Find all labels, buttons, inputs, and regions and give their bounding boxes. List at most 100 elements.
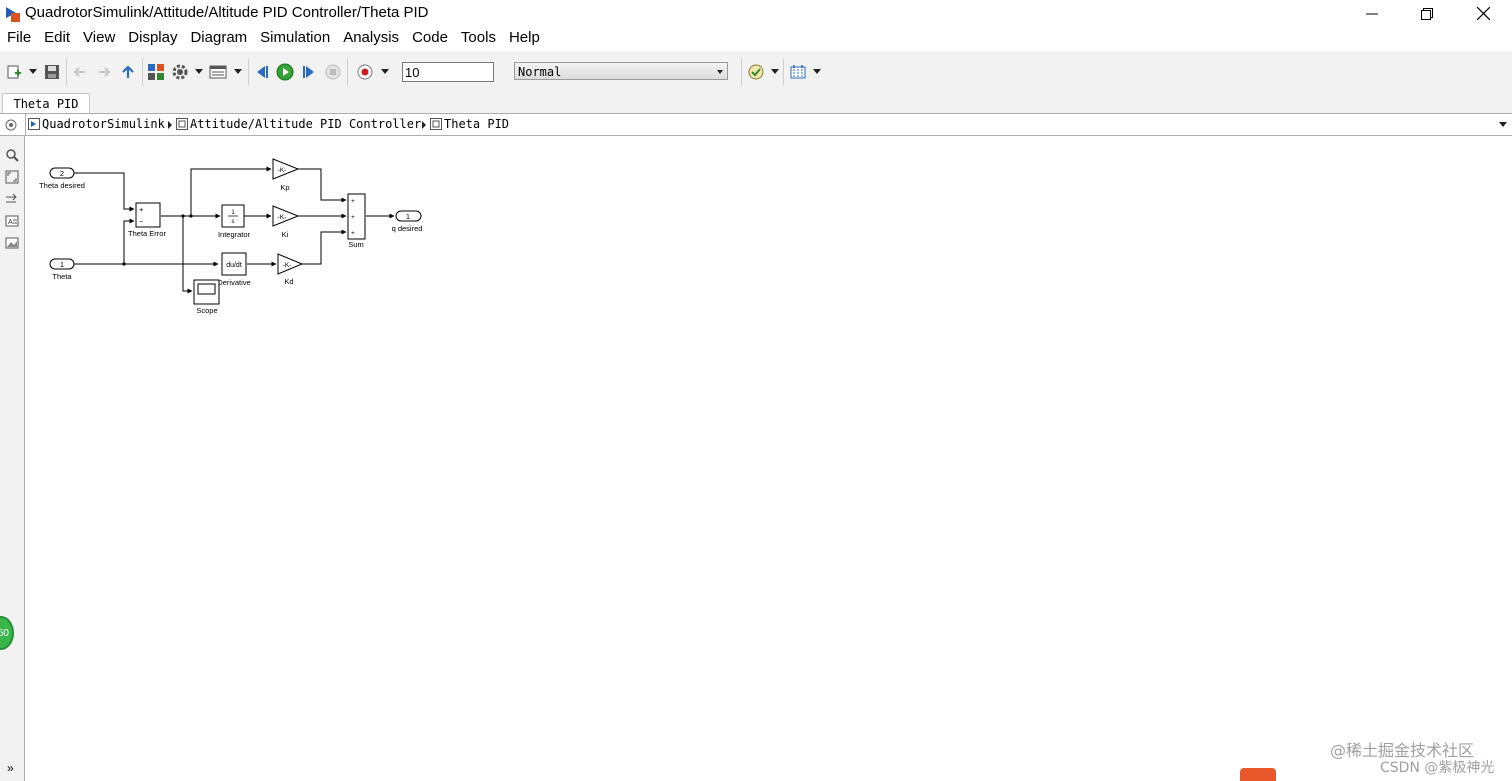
annotation-icon[interactable]: A: [5, 214, 19, 228]
close-button[interactable]: [1456, 0, 1510, 27]
model-explorer-button[interactable]: [208, 62, 228, 82]
svg-text:-K-: -K-: [278, 167, 287, 174]
fit-to-view-icon[interactable]: [5, 170, 19, 184]
breadcrumb-item-controller[interactable]: Attitude/Altitude PID Controller: [176, 117, 421, 131]
model-settings-icon: [172, 64, 188, 80]
menu-code[interactable]: Code: [406, 27, 454, 49]
zoom-icon[interactable]: [5, 148, 19, 162]
model-explorer-dropdown[interactable]: [234, 69, 242, 74]
menu-analysis[interactable]: Analysis: [337, 27, 405, 49]
step-back-button[interactable]: [252, 62, 272, 82]
block-label: Theta Error: [128, 229, 166, 238]
menu-edit[interactable]: Edit: [38, 27, 76, 49]
svg-text:+: +: [351, 214, 355, 221]
inport-theta[interactable]: 1 Theta: [49, 258, 75, 281]
close-icon: [1476, 7, 1490, 20]
block-label: Derivative: [217, 278, 250, 287]
svg-text:1: 1: [60, 260, 64, 269]
build-dropdown[interactable]: [813, 69, 821, 74]
back-icon: [73, 67, 85, 77]
watermark-csdn: CSDN @紫极神光: [1380, 760, 1495, 776]
model-advisor-button[interactable]: [746, 62, 766, 82]
record-button[interactable]: [355, 62, 375, 82]
tab-strip: Theta PID: [0, 92, 1512, 114]
restore-icon: [1421, 7, 1433, 20]
breadcrumb: QuadrotorSimulink Attitude/Altitude PID …: [0, 113, 1512, 136]
up-to-parent-icon: [122, 65, 134, 78]
record-dropdown[interactable]: [381, 69, 389, 74]
simulation-mode-select[interactable]: Normal: [514, 62, 728, 80]
menu-file[interactable]: File: [1, 27, 37, 49]
block-label: Kp: [280, 183, 289, 192]
model-explorer-icon: [209, 65, 227, 79]
breadcrumb-item-root[interactable]: QuadrotorSimulink: [28, 117, 165, 131]
block-label: Theta desired: [39, 181, 85, 190]
breadcrumb-label: Theta PID: [444, 117, 510, 131]
inport-theta-desired[interactable]: 2 Theta desired: [39, 167, 85, 190]
new-model-dropdown[interactable]: [29, 69, 37, 74]
simulink-app-icon: [6, 7, 20, 22]
up-to-parent-button[interactable]: [118, 62, 138, 82]
run-button[interactable]: [275, 62, 295, 82]
outport-q-desired[interactable]: 1 q desired: [392, 210, 423, 233]
model-settings-dropdown[interactable]: [195, 69, 203, 74]
save-button[interactable]: [42, 62, 62, 82]
menu-diagram[interactable]: Diagram: [184, 27, 253, 49]
menu-display[interactable]: Display: [122, 27, 183, 49]
block-label: q desired: [392, 224, 423, 233]
expand-palette-button[interactable]: »: [7, 761, 14, 775]
derivative-block[interactable]: du/dt Derivative: [217, 252, 251, 287]
model-settings-button[interactable]: [170, 62, 190, 82]
hide-explorer-icon[interactable]: [5, 119, 17, 131]
model-advisor-dropdown[interactable]: [771, 69, 779, 74]
stop-button[interactable]: [323, 62, 343, 82]
step-forward-button[interactable]: [299, 62, 319, 82]
breadcrumb-dropdown-icon[interactable]: [1499, 122, 1507, 127]
scope-block[interactable]: Scope: [193, 279, 220, 315]
breadcrumb-separator-icon: [422, 121, 426, 129]
image-icon[interactable]: [5, 236, 19, 250]
block-label: Integrator: [218, 230, 251, 239]
menu-tools[interactable]: Tools: [455, 27, 502, 49]
integrator-block[interactable]: 1 s Integrator: [218, 204, 251, 239]
tab-theta-pid[interactable]: Theta PID: [2, 93, 90, 114]
block-label: Kd: [284, 277, 293, 286]
breadcrumb-item-theta-pid[interactable]: Theta PID: [430, 117, 509, 131]
minimize-button[interactable]: [1345, 0, 1399, 27]
menu-help[interactable]: Help: [503, 27, 546, 49]
save-icon: [45, 65, 59, 79]
sum-block-output[interactable]: + + + Sum: [347, 193, 366, 249]
gain-block-ki[interactable]: -K- Ki: [272, 205, 300, 239]
svg-text:+: +: [139, 205, 144, 214]
new-model-button[interactable]: [4, 62, 24, 82]
library-browser-icon: [148, 64, 164, 80]
block-label: Scope: [196, 306, 217, 315]
svg-text:+: +: [351, 198, 355, 205]
stop-time-input[interactable]: [402, 62, 494, 82]
menu-simulation[interactable]: Simulation: [254, 27, 336, 49]
menu-bar: File Edit View Display Diagram Simulatio…: [0, 27, 1512, 49]
build-button[interactable]: [788, 62, 808, 82]
forward-button[interactable]: [94, 62, 114, 82]
gain-block-kp[interactable]: -K- Kp: [272, 158, 300, 192]
svg-text:du/dt: du/dt: [226, 262, 242, 269]
subsystem-icon: [176, 118, 188, 130]
svg-text:-K-: -K-: [278, 214, 287, 221]
restore-button[interactable]: [1400, 0, 1454, 27]
gain-block-kd[interactable]: -K- Kd: [277, 253, 304, 286]
back-button[interactable]: [70, 62, 90, 82]
minimize-icon: [1366, 13, 1378, 14]
build-icon: [790, 65, 806, 79]
block-label: Ki: [282, 230, 289, 239]
menu-view[interactable]: View: [77, 27, 121, 49]
new-model-icon: [7, 65, 21, 79]
library-browser-button[interactable]: [146, 62, 166, 82]
breadcrumb-separator-icon: [168, 121, 172, 129]
step-forward-icon: [303, 66, 314, 78]
signal-arrow-icon[interactable]: [5, 192, 19, 206]
model-canvas[interactable]: 2 Theta desired 1 Theta + − Theta Error …: [26, 137, 1512, 781]
run-icon: [276, 63, 294, 81]
window-title: QuadrotorSimulink/Attitude/Altitude PID …: [25, 4, 429, 21]
forward-icon: [99, 67, 111, 77]
stop-icon: [325, 64, 341, 80]
